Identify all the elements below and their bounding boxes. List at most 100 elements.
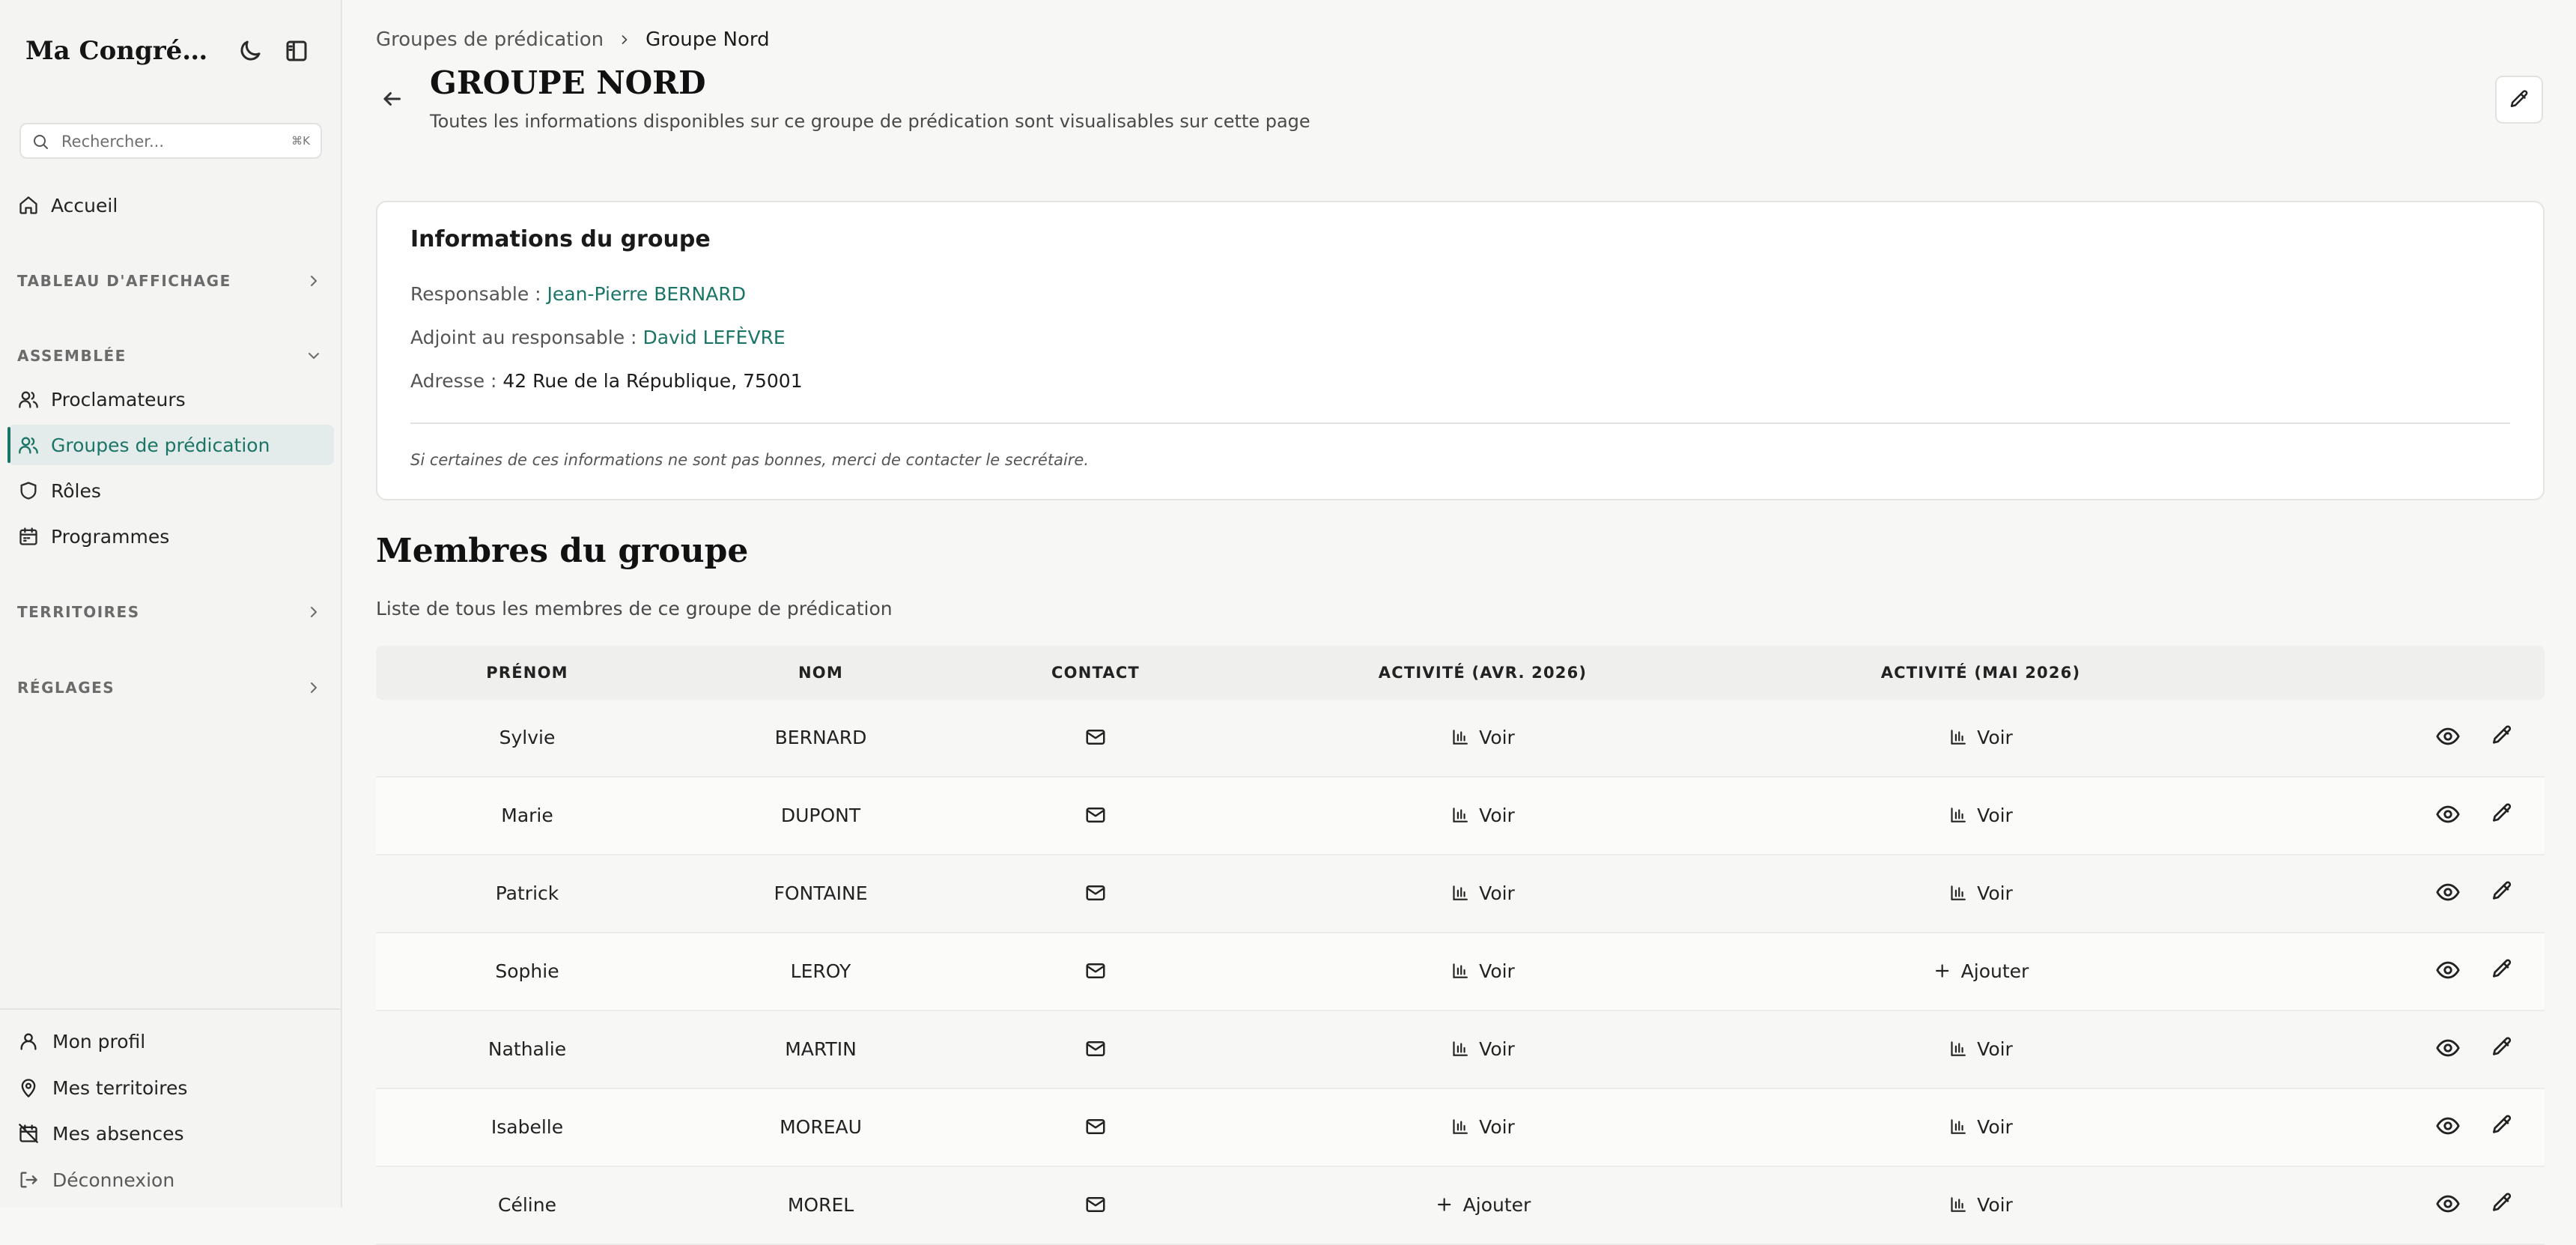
section-label: ASSEMBLÉE (17, 347, 127, 365)
view-activity-button[interactable]: Voir (1450, 1089, 1515, 1164)
view-member-button[interactable] (2435, 1191, 2462, 1218)
contact-button[interactable] (1084, 1089, 1107, 1164)
members-subtitle: Liste de tous les membres de ce groupe d… (376, 598, 893, 620)
search-placeholder: Rechercher... (61, 133, 165, 151)
bar-chart-icon (1453, 808, 1468, 823)
view-activity-button[interactable]: Voir (1450, 1011, 1515, 1086)
sidebar-item-proclamateurs[interactable]: Proclamateurs (7, 379, 334, 419)
cell-nom: MOREL (788, 1167, 854, 1242)
table-row: Nathalie MARTIN Voir Voir (376, 1011, 2545, 1089)
chevron-right-icon (311, 682, 317, 693)
cell-label: MARTIN (785, 1038, 857, 1060)
cell-nom: BERNARD (775, 700, 867, 775)
add-activity-button[interactable]: Ajouter (1933, 933, 2029, 1008)
view-member-button[interactable] (2435, 1113, 2462, 1140)
responsable-link[interactable]: Jean-Pierre BERNARD (547, 283, 746, 305)
section-assemblee[interactable]: ASSEMBLÉE (17, 341, 323, 371)
table-row: Patrick FONTAINE Voir Voir (376, 855, 2545, 933)
contact-button[interactable] (1084, 1011, 1107, 1086)
view-member-button[interactable] (2435, 724, 2462, 751)
moon-icon (240, 40, 261, 61)
bar-chart-icon (1453, 963, 1468, 978)
map-pin-icon (21, 1079, 36, 1097)
back-button[interactable] (378, 85, 405, 112)
section-tableau-affichage[interactable]: TABLEAU D'AFFICHAGE (17, 266, 323, 296)
view-member-button[interactable] (2435, 1035, 2462, 1062)
menu-mes-territoires[interactable]: Mes territoires (18, 1071, 187, 1104)
edit-member-button[interactable] (2490, 1035, 2517, 1062)
col-prenom[interactable]: PRÉNOM (486, 646, 568, 700)
eye-icon (2436, 883, 2460, 901)
view-activity-button[interactable]: Voir (1450, 700, 1515, 775)
view-member-button[interactable] (2435, 879, 2462, 906)
view-activity-button[interactable]: Voir (1948, 855, 2013, 930)
view-member-button[interactable] (2435, 957, 2462, 984)
edit-member-button[interactable] (2490, 1113, 2517, 1140)
theme-toggle-button[interactable] (237, 37, 264, 64)
pencil-icon (2493, 1037, 2512, 1055)
arrow-left-icon (383, 92, 401, 106)
cell-label: Céline (498, 1193, 556, 1216)
sidebar-item-roles[interactable]: Rôles (7, 470, 334, 511)
cell-label: Voir (1479, 1115, 1515, 1138)
section-territoires[interactable]: TERRITOIRES (17, 597, 323, 627)
breadcrumb-current: Groupe Nord (645, 28, 770, 51)
view-activity-button[interactable]: Voir (1948, 1089, 2013, 1164)
plus-icon (1936, 964, 1949, 978)
sidebar-item-groupes-predication[interactable]: Groupes de prédication (7, 425, 334, 465)
sidebar-item-accueil[interactable]: Accueil (7, 185, 334, 225)
pencil-icon (2493, 803, 2512, 822)
table-row: Céline MOREL Ajouter Voir (376, 1167, 2545, 1245)
menu-mon-profil[interactable]: Mon profil (18, 1025, 145, 1058)
sidebar-item-label: Programmes (51, 525, 170, 548)
view-activity-button[interactable]: Voir (1948, 1167, 2013, 1242)
edit-member-button[interactable] (2490, 802, 2517, 829)
edit-member-button[interactable] (2490, 724, 2517, 751)
cell-label: Voir (1479, 882, 1515, 904)
edit-member-button[interactable] (2490, 1191, 2517, 1218)
edit-member-button[interactable] (2490, 879, 2517, 906)
card-note: Si certaines de ces informations ne sont… (410, 451, 1090, 469)
edit-member-button[interactable] (2490, 957, 2517, 984)
cell-prenom: Sylvie (499, 700, 556, 775)
breadcrumb-parent[interactable]: Groupes de prédication (376, 28, 604, 51)
section-label: RÉGLAGES (17, 679, 115, 697)
sidebar-item-programmes[interactable]: Programmes (7, 516, 334, 557)
mail-icon (1086, 808, 1105, 823)
view-activity-button[interactable]: Voir (1450, 778, 1515, 852)
active-indicator (7, 427, 10, 463)
contact-button[interactable] (1084, 933, 1107, 1008)
adresse-value: 42 Rue de la République, 75001 (502, 370, 803, 392)
section-reglages[interactable]: RÉGLAGES (17, 673, 323, 703)
sidebar-toggle-button[interactable] (283, 37, 310, 64)
menu-mes-absences[interactable]: Mes absences (18, 1117, 184, 1150)
pencil-icon (2493, 1193, 2512, 1211)
col-nom[interactable]: NOM (798, 646, 843, 700)
menu-label: Mes territoires (52, 1076, 188, 1099)
mail-icon (1086, 1197, 1105, 1212)
menu-deconnexion[interactable]: Déconnexion (18, 1163, 174, 1196)
contact-button[interactable] (1084, 778, 1107, 852)
col-activite-mai: ACTIVITÉ (MAI 2026) (1880, 664, 2081, 682)
view-activity-button[interactable]: Voir (1948, 1011, 2013, 1086)
view-activity-button[interactable]: Voir (1948, 778, 2013, 852)
contact-button[interactable] (1084, 855, 1107, 930)
cell-label: Voir (1977, 1038, 2013, 1060)
info-adjoint: Adjoint au responsable : David LEFÈVRE (410, 327, 786, 348)
adjoint-link[interactable]: David LEFÈVRE (643, 327, 785, 348)
info-label: Responsable : (410, 283, 541, 305)
view-activity-button[interactable]: Voir (1948, 700, 2013, 775)
contact-button[interactable] (1084, 700, 1107, 775)
divider (410, 422, 2510, 424)
eye-icon (2436, 1039, 2460, 1057)
search-input[interactable]: Rechercher... ⌘K (19, 123, 322, 159)
search-shortcut: ⌘K (291, 134, 310, 148)
view-activity-button[interactable]: Voir (1450, 933, 1515, 1008)
contact-button[interactable] (1084, 1167, 1107, 1242)
edit-group-button[interactable] (2495, 76, 2543, 124)
view-activity-button[interactable]: Voir (1450, 855, 1515, 930)
cell-label: Sophie (495, 960, 559, 982)
add-activity-button[interactable]: Ajouter (1435, 1167, 1531, 1242)
view-member-button[interactable] (2435, 802, 2462, 829)
members-title: Membres du groupe (376, 532, 749, 570)
